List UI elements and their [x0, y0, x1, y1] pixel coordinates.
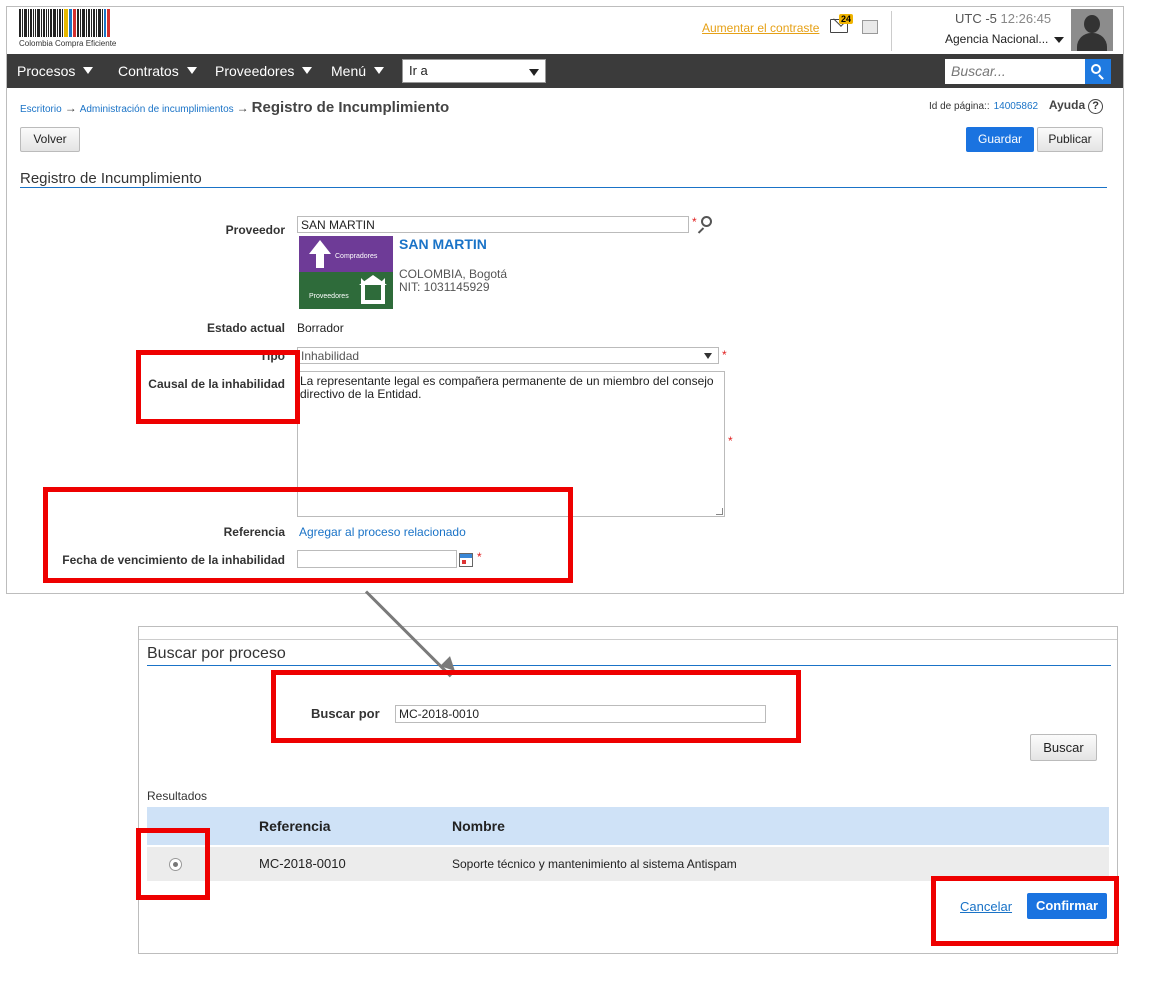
breadcrumb-administracion[interactable]: Administración de incumplimientos [80, 104, 234, 115]
page-id-info: Id de página:: 14005862 Ayuda? [929, 98, 1104, 114]
barcode-logo-icon [19, 9, 137, 37]
chevron-down-icon [374, 67, 385, 74]
search-button[interactable]: Buscar [1030, 734, 1097, 761]
state-label: Estado actual [206, 321, 285, 335]
chevron-down-icon [83, 67, 94, 74]
page-id-value: 14005862 [993, 101, 1039, 112]
supplier-address: COLOMBIA, Bogotá NIT: 1031145929 [399, 268, 507, 294]
clock-time: 12:26:45 [1000, 11, 1052, 26]
chevron-down-icon [704, 353, 712, 359]
publish-button[interactable]: Publicar [1037, 127, 1103, 152]
required-mark: * [728, 434, 733, 448]
column-header-name[interactable]: Nombre [452, 818, 505, 834]
required-mark: * [692, 215, 697, 229]
chevron-down-icon [1054, 36, 1065, 43]
nav-menu[interactable]: Menú [331, 63, 385, 79]
highlight-radio-select [136, 828, 210, 900]
nav-procesos[interactable]: Procesos [17, 63, 94, 79]
supplier-logo: Compradores Proveedores [299, 236, 393, 309]
top-header: Colombia Compra Eficiente Aumentar el co… [7, 7, 1123, 54]
highlight-search-by [271, 670, 801, 743]
dialog-top-divider [139, 639, 1117, 640]
search-icon[interactable] [701, 216, 712, 227]
back-button[interactable]: Volver [20, 127, 80, 152]
highlight-reference-expiry [43, 487, 573, 583]
increase-contrast-link[interactable]: Aumentar el contraste [702, 21, 819, 35]
page-id-label: Id de página:: [929, 101, 990, 112]
colombia-compra-logo[interactable]: Colombia Compra Eficiente [19, 9, 137, 49]
results-label: Resultados [147, 789, 208, 803]
supplier-label: Proveedor [225, 223, 285, 237]
chevron-down-icon [186, 67, 197, 74]
highlight-cause-label [136, 350, 300, 424]
supplier-name-link[interactable]: SAN MARTIN [399, 236, 487, 252]
chevron-down-icon [302, 67, 313, 74]
search-button[interactable] [1085, 59, 1111, 84]
help-icon[interactable]: ? [1088, 99, 1104, 114]
type-select[interactable]: Inhabilidad [297, 347, 719, 364]
timezone-clock: UTC -5 12:26:45 [955, 11, 1051, 26]
agency-selector[interactable]: Agencia Nacional... [945, 32, 1065, 46]
logo-proveedores-text: Proveedores [309, 293, 349, 300]
help-link[interactable]: Ayuda [1049, 98, 1085, 112]
highlight-confirm [931, 876, 1119, 946]
state-value: Borrador [297, 321, 344, 335]
results-table-header: Referencia Nombre [147, 807, 1109, 845]
dialog-title: Buscar por proceso [147, 645, 286, 662]
supplier-nit: NIT: 1031145929 [399, 280, 490, 294]
column-header-reference[interactable]: Referencia [259, 818, 331, 834]
row-name: Soporte técnico y mantenimiento al siste… [452, 857, 737, 871]
goto-select[interactable]: Ir a [402, 59, 546, 83]
save-button[interactable]: Guardar [966, 127, 1034, 152]
supplier-input[interactable]: SAN MARTIN [297, 216, 689, 233]
agency-name: Agencia Nacional... [945, 32, 1049, 46]
logo-compradores-text: Compradores [335, 253, 378, 260]
timezone-label: UTC -5 [955, 11, 997, 26]
global-search-input[interactable]: Buscar... [945, 59, 1085, 84]
logo-caption: Colombia Compra Eficiente [19, 39, 117, 48]
user-avatar[interactable] [1071, 9, 1113, 51]
arrow-right-icon: → [236, 101, 249, 115]
dialog-title-divider [147, 665, 1111, 666]
section-divider [20, 187, 1107, 188]
document-icon[interactable] [862, 20, 878, 34]
page-title: Registro de Incumplimiento [251, 99, 450, 116]
header-divider [891, 11, 892, 51]
chevron-down-icon [529, 69, 539, 76]
breadcrumb-escritorio[interactable]: Escritorio [20, 104, 62, 115]
breadcrumb: Escritorio → Administración de incumplimie… [20, 99, 449, 116]
row-reference-link[interactable]: MC-2018-0010 [259, 856, 346, 871]
required-mark: * [722, 348, 727, 362]
section-title: Registro de Incumplimiento [20, 170, 202, 187]
main-nav-bar: Procesos Contratos Proveedores Menú Ir a… [7, 54, 1123, 88]
resize-handle-icon[interactable] [716, 508, 723, 515]
arrow-right-icon: → [64, 101, 77, 115]
nav-proveedores[interactable]: Proveedores [215, 63, 313, 79]
search-icon [1091, 64, 1101, 74]
nav-contratos[interactable]: Contratos [118, 63, 197, 79]
mail-count-badge: 24 [839, 14, 854, 24]
